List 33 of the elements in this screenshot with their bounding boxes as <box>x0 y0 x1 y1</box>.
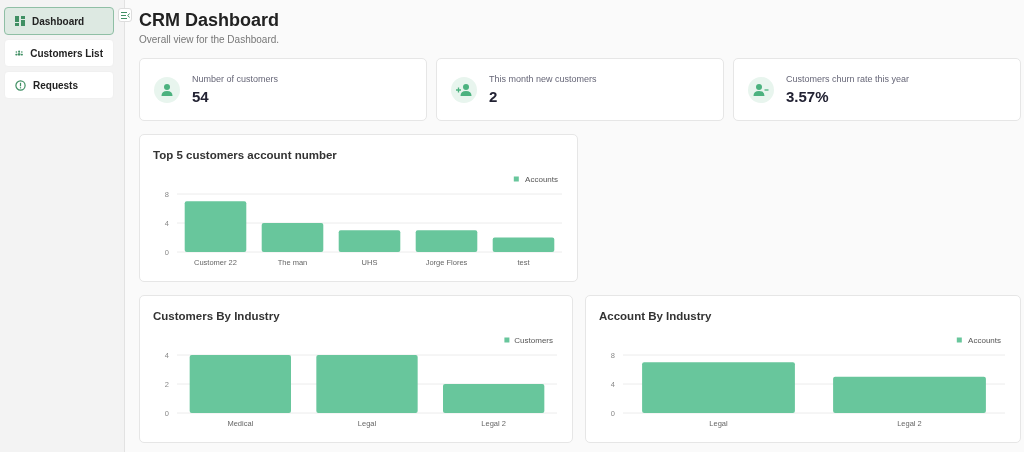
alert-icon <box>15 79 26 91</box>
stat-value: 54 <box>192 88 210 105</box>
bar <box>261 223 324 252</box>
page-subtitle: Overall view for the Dashboard. <box>139 34 281 45</box>
legend-label: Accounts <box>968 336 1001 345</box>
user-icon <box>160 82 174 97</box>
stat-value: 2 <box>489 88 499 105</box>
grid-icon <box>15 16 25 26</box>
chart-title: Customers By Industry <box>153 310 281 324</box>
legend-label: Accounts <box>525 175 558 184</box>
chart-title: Top 5 customers account number <box>153 149 338 163</box>
user-minus-icon <box>753 82 769 97</box>
stat-label: Customers churn rate this year <box>786 74 910 84</box>
chart-legend: Accounts <box>513 175 558 184</box>
bar <box>492 237 555 252</box>
sidebar-item[interactable]: Dashboard <box>4 7 114 35</box>
user-plus-icon <box>456 82 472 97</box>
stat-label: This month new customers <box>489 74 597 84</box>
sidebar-item[interactable]: Customers List <box>4 39 114 67</box>
chart-legend: Accounts <box>956 336 1001 345</box>
stat-value: 3.57% <box>786 88 830 105</box>
collapse-icon <box>120 11 130 19</box>
chart-legend: Customers <box>504 336 553 345</box>
bar <box>338 230 401 252</box>
collapse-sidebar-button[interactable] <box>118 8 132 22</box>
bar <box>184 201 247 252</box>
page-title: CRM Dashboard <box>139 9 279 31</box>
people-icon <box>15 49 24 57</box>
bar <box>415 230 478 252</box>
stat-label: Number of customers <box>192 74 279 84</box>
legend-label: Customers <box>514 336 553 345</box>
chart-title: Account By Industry <box>599 310 713 324</box>
sidebar-item[interactable]: Requests <box>4 71 114 99</box>
